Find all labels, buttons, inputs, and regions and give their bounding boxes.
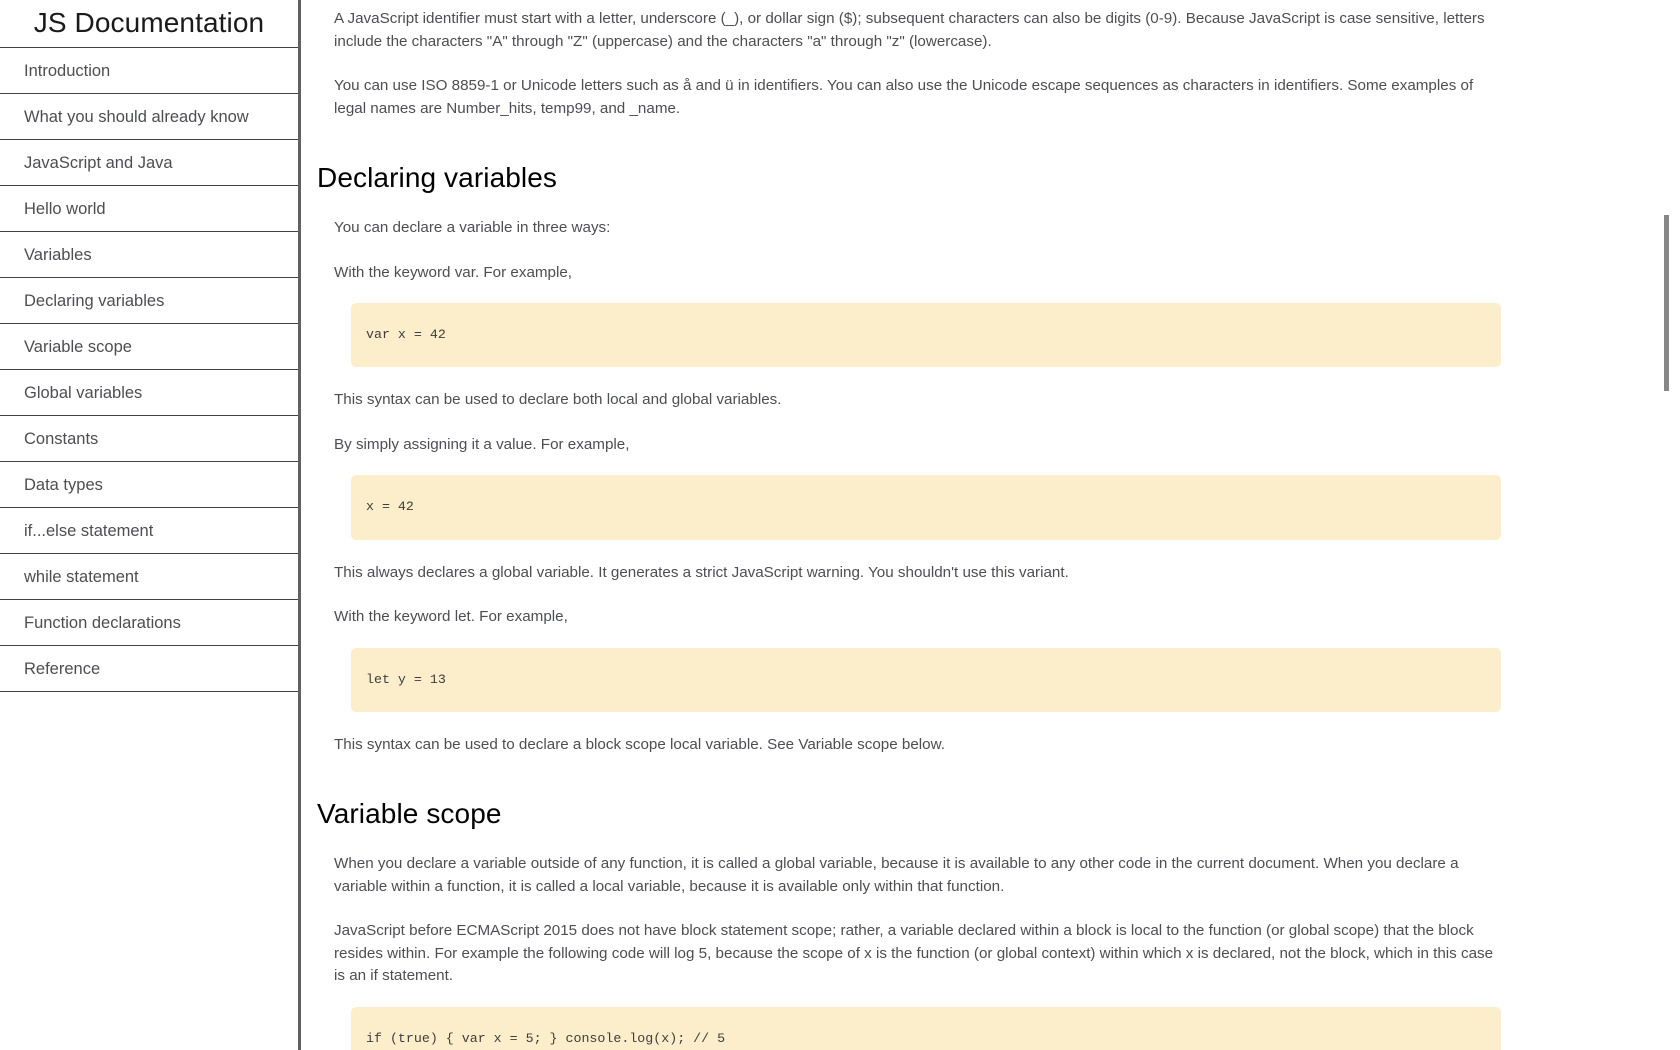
sidebar-navigation: JS Documentation Introduction What you s… [0,0,301,1050]
sidebar-item-global-variables[interactable]: Global variables [0,370,298,416]
paragraph-block-scope-local: This syntax can be used to declare a blo… [334,735,945,753]
section-declaring-variables: Declaring variables You can declare a va… [317,160,1504,756]
sidebar-item-what-you-should-already-know[interactable]: What you should already know [0,94,298,140]
document-content: A JavaScript identifier must start with … [301,8,1680,1050]
heading-variable-scope: Variable scope [317,798,502,830]
sidebar-title: JS Documentation [0,0,298,48]
main-document: A JavaScript identifier must start with … [301,0,1680,1050]
paragraph-global-vs-local: When you declare a variable outside of a… [334,855,1459,895]
sidebar-item-declaring-variables[interactable]: Declaring variables [0,278,298,324]
code-block-x-42: x = 42 [351,475,1501,540]
paragraph-local-and-global: This syntax can be used to declare both … [334,391,782,409]
sidebar-item-if-else-statement[interactable]: if...else statement [0,508,298,554]
vertical-scrollbar-track[interactable] [1664,0,1669,1050]
paragraph-assigning-value: By simply assigning it a value. For exam… [334,435,630,453]
vertical-scrollbar-thumb[interactable] [1664,215,1669,391]
sidebar-item-introduction[interactable]: Introduction [0,48,298,94]
paragraph-identifier-rules: A JavaScript identifier must start with … [334,10,1485,50]
paragraph-keyword-var: With the keyword var. For example, [334,263,573,281]
paragraph-three-ways: You can declare a variable in three ways… [334,219,611,236]
paragraph-unicode-identifiers: You can use ISO 8859-1 or Unicode letter… [334,77,1474,117]
code-block-if-true-var-x: if (true) { var x = 5; } console.log(x);… [351,1006,1501,1050]
page-root: JS Documentation Introduction What you s… [0,0,1680,1050]
section-variable-scope: Variable scope When you declare a variab… [317,796,1504,1050]
paragraph-global-variable-warning: This always declares a global variable. … [334,563,1069,581]
sidebar-item-variable-scope[interactable]: Variable scope [0,324,298,370]
sidebar-item-while-statement[interactable]: while statement [0,554,298,600]
heading-declaring-variables: Declaring variables [317,162,558,193]
paragraph-es2015-block-scope: JavaScript before ECMAScript 2015 does n… [334,922,1494,985]
sidebar-item-data-types[interactable]: Data types [0,462,298,508]
sidebar-item-constants[interactable]: Constants [0,416,298,462]
sidebar-item-function-declarations[interactable]: Function declarations [0,600,298,646]
section-variables-continued: A JavaScript identifier must start with … [334,8,1504,120]
code-block-let-y-13: let y = 13 [351,647,1501,712]
sidebar-item-javascript-and-java[interactable]: JavaScript and Java [0,140,298,186]
sidebar-item-reference[interactable]: Reference [0,646,298,692]
code-block-var-x-42: var x = 42 [351,303,1501,368]
paragraph-keyword-let: With the keyword let. For example, [334,608,568,626]
sidebar-item-hello-world[interactable]: Hello world [0,186,298,232]
sidebar-item-variables[interactable]: Variables [0,232,298,278]
